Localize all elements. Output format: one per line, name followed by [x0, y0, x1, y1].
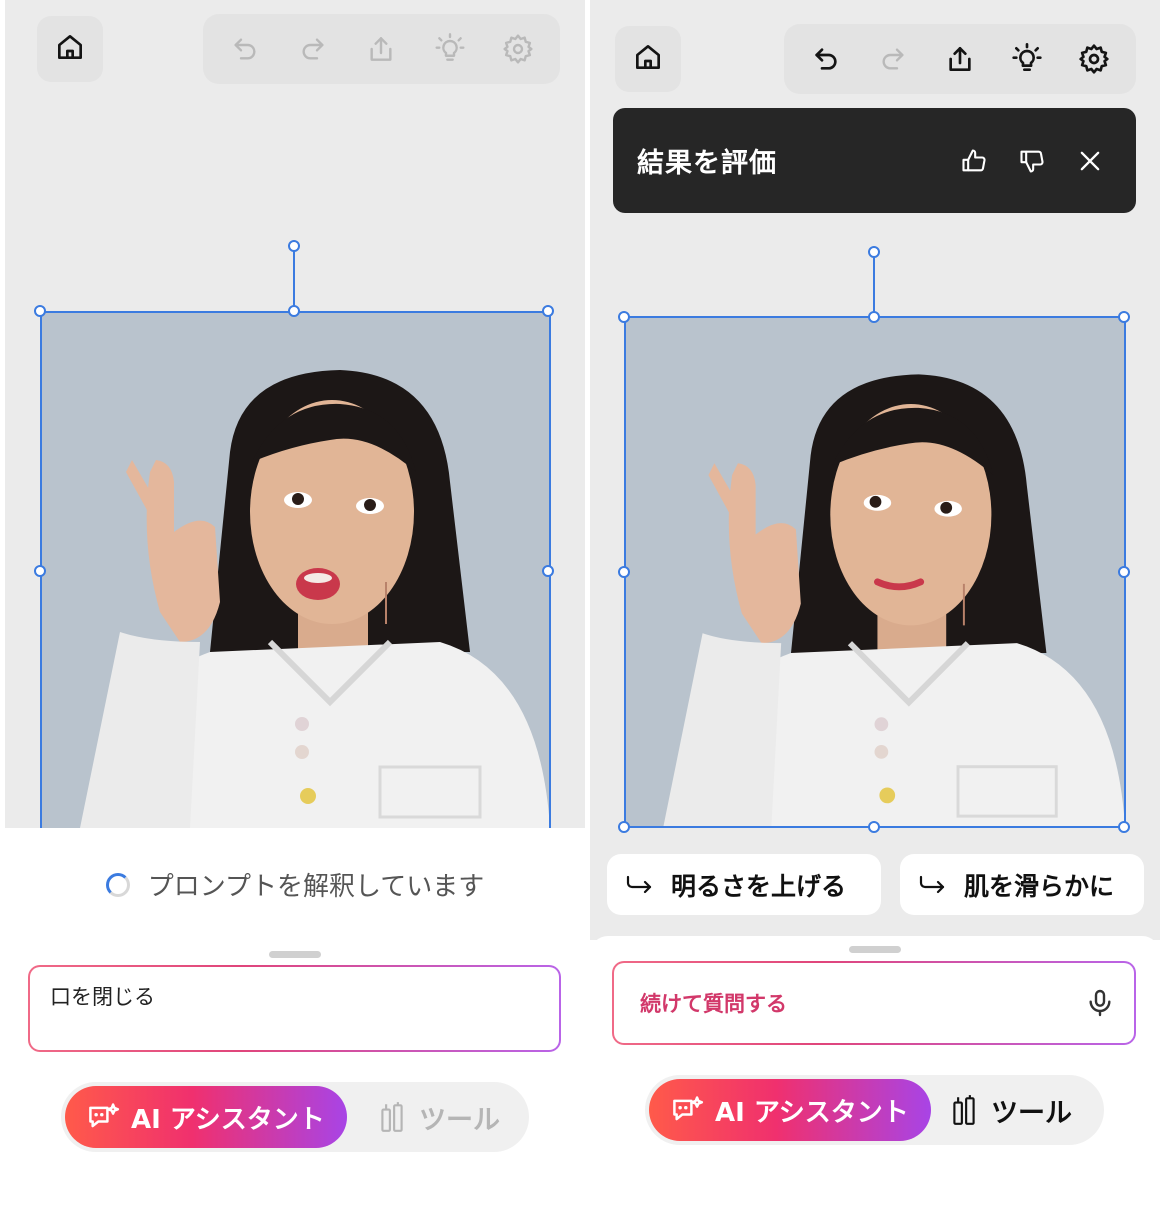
prompt-value[interactable]: 口を閉じる [30, 967, 559, 1025]
sheet-grabber[interactable] [269, 951, 321, 958]
processing-status: プロンプトを解釈しています [5, 828, 585, 941]
undo-icon [814, 48, 837, 70]
return-arrow-icon [626, 875, 652, 893]
rotation-stem [293, 246, 295, 312]
suggestion-label: 肌を滑らかに [964, 871, 1115, 901]
resize-handle-bottom-right[interactable] [1118, 821, 1130, 833]
return-arrow-icon [919, 875, 945, 893]
rotate-handle[interactable] [288, 240, 300, 252]
thumbs-down-button[interactable] [1010, 139, 1054, 183]
mic-icon [1089, 989, 1111, 1017]
resize-handle-left[interactable] [34, 565, 46, 577]
lightbulb-icon [435, 33, 465, 61]
resize-handle-top-right[interactable] [1118, 311, 1130, 323]
canvas-area[interactable] [5, 0, 585, 831]
settings-button[interactable] [498, 29, 538, 69]
mic-button[interactable] [1084, 987, 1116, 1019]
resize-handle-top[interactable] [868, 311, 880, 323]
resize-handle-right[interactable] [542, 565, 554, 577]
undo-button[interactable] [806, 39, 846, 79]
gear-icon [1079, 44, 1110, 74]
resize-handle-right[interactable] [1118, 566, 1130, 578]
toolbar [784, 24, 1136, 94]
redo-button[interactable] [293, 29, 333, 69]
toolbar [203, 14, 560, 84]
redo-button[interactable] [873, 39, 913, 79]
right-screen: 結果を評価 明るさを上げる 肌を滑らかに 続けて質問する AI アシスタント ツ… [590, 0, 1160, 1208]
share-button[interactable] [940, 39, 980, 79]
tools-label: ツール [419, 1104, 500, 1136]
bottom-sheet: 続けて質問する AI アシスタント ツール [590, 936, 1160, 1208]
resize-handle-bottom[interactable] [868, 821, 880, 833]
resize-handle-top-left[interactable] [34, 305, 46, 317]
tools-icon [953, 1095, 975, 1125]
ai-chat-sparkle-icon [673, 1096, 704, 1121]
rating-title: 結果を評価 [637, 148, 777, 179]
tips-button[interactable] [1007, 39, 1047, 79]
canvas-area[interactable]: 結果を評価 明るさを上げる 肌を滑らかに [590, 0, 1160, 940]
mode-switch: AI アシスタント ツール [61, 1082, 529, 1152]
share-icon [370, 37, 393, 61]
redo-icon [882, 48, 904, 70]
follow-up-placeholder[interactable]: 続けて質問する [614, 963, 1134, 1043]
follow-up-input[interactable]: 続けて質問する [612, 961, 1136, 1045]
home-button[interactable] [37, 16, 103, 82]
suggestion-chip[interactable]: 明るさを上げる [607, 854, 881, 915]
rotation-stem [873, 252, 875, 317]
tools-button[interactable]: ツール [951, 1079, 1072, 1141]
prompt-input[interactable]: 口を閉じる [28, 965, 561, 1052]
close-icon [1080, 151, 1100, 170]
redo-icon [302, 38, 324, 60]
undo-icon [234, 38, 256, 60]
home-icon [632, 41, 664, 77]
rotate-handle[interactable] [868, 246, 880, 258]
close-button[interactable] [1068, 139, 1112, 183]
resize-handle-left[interactable] [618, 566, 630, 578]
left-screen: プロンプトを解釈しています 口を閉じる AI アシスタント ツール [5, 0, 585, 1208]
resize-handle-top-left[interactable] [618, 311, 630, 323]
tools-icon [381, 1102, 403, 1132]
portrait-photo [40, 312, 550, 828]
home-icon [54, 31, 86, 67]
status-text: プロンプトを解釈しています [147, 872, 485, 902]
share-button[interactable] [361, 29, 401, 69]
home-button[interactable] [615, 26, 681, 92]
resize-handle-top[interactable] [288, 305, 300, 317]
ai-chat-sparkle-icon [89, 1103, 120, 1128]
bottom-sheet: 口を閉じる AI アシスタント ツール [5, 941, 585, 1208]
rating-banner: 結果を評価 [613, 108, 1136, 213]
loading-spinner-icon [105, 872, 130, 897]
tools-label: ツール [991, 1097, 1072, 1129]
thumbs-down-icon [1020, 150, 1044, 173]
share-icon [949, 47, 971, 71]
ai-assistant-label: AI アシスタント [131, 1104, 325, 1135]
portrait-photo [624, 317, 1125, 827]
resize-handle-top-right[interactable] [542, 305, 554, 317]
mode-switch: AI アシスタント ツール [645, 1075, 1104, 1145]
resize-handle-bottom-left[interactable] [618, 821, 630, 833]
gear-icon [503, 34, 533, 64]
tips-button[interactable] [430, 29, 470, 69]
undo-button[interactable] [225, 29, 265, 69]
ai-assistant-label: AI アシスタント [715, 1097, 909, 1128]
lightbulb-icon [1012, 43, 1042, 71]
ai-assistant-button[interactable]: AI アシスタント [649, 1079, 931, 1141]
thumbs-up-icon [962, 148, 986, 171]
sheet-grabber[interactable] [849, 946, 901, 953]
tools-button[interactable]: ツール [379, 1086, 500, 1148]
thumbs-up-button[interactable] [952, 139, 996, 183]
ai-assistant-button[interactable]: AI アシスタント [65, 1086, 347, 1148]
settings-button[interactable] [1074, 39, 1114, 79]
suggestion-chip[interactable]: 肌を滑らかに [900, 854, 1144, 915]
suggestion-label: 明るさを上げる [671, 871, 847, 901]
